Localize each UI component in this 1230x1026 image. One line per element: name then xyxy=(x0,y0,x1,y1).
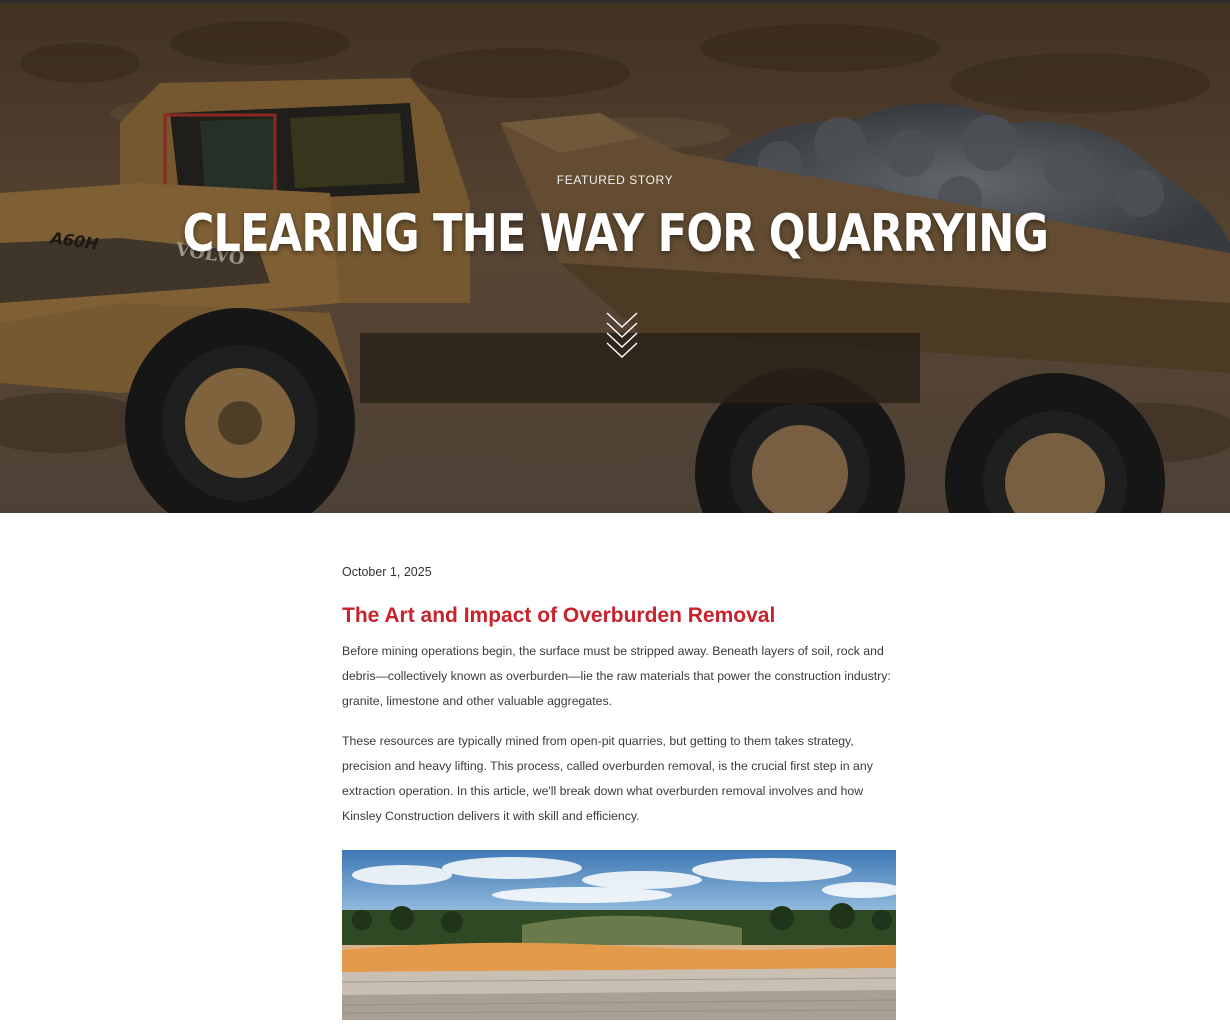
article-heading: The Art and Impact of Overburden Removal xyxy=(342,604,776,627)
featured-story-label: FEATURED STORY xyxy=(556,173,674,187)
hero-banner: A60H VOLVO FEATURED STORY CLEARING THE W… xyxy=(0,0,1230,513)
hero-title: CLEARING THE WAY FOR QUARRYING xyxy=(182,204,1049,264)
article-paragraph: These resources are typically mined from… xyxy=(342,734,873,824)
article-paragraph: Before mining operations begin, the surf… xyxy=(342,644,891,709)
article-body: October 1, 2025 The Art and Impact of Ov… xyxy=(342,513,896,1021)
quarry-image xyxy=(342,850,896,1021)
quarry-photo xyxy=(342,850,896,1021)
article-date: October 1, 2025 xyxy=(342,565,432,579)
triple-chevron-down-icon[interactable] xyxy=(605,311,639,361)
